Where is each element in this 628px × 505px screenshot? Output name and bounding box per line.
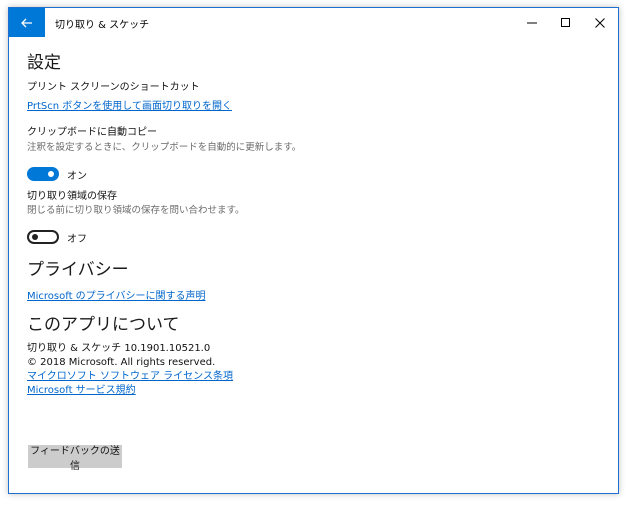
- save-snips-description: 閉じる前に切り取り領域の保存を問い合わせます。: [27, 205, 245, 216]
- auto-copy-toggle[interactable]: [27, 167, 59, 181]
- auto-copy-state: オン: [67, 170, 87, 182]
- close-icon: [595, 17, 605, 28]
- back-button[interactable]: [9, 8, 45, 37]
- arrow-left-icon: [21, 18, 32, 27]
- print-screen-link[interactable]: PrtScn ボタンを使用して画面切り取りを開く: [27, 100, 600, 114]
- privacy-link[interactable]: Microsoft のプライバシーに関する声明: [27, 290, 600, 304]
- save-snips-toggle-row: オフ: [27, 227, 600, 247]
- app-window: 切り取り & スケッチ 設定 プリント スクリーンのショートカット PrtScn…: [8, 7, 619, 494]
- license-link[interactable]: マイクロソフト ソフトウェア ライセンス条項: [27, 370, 600, 384]
- settings-heading: 設定: [27, 53, 61, 73]
- auto-copy-description: 注釈を設定するときに、クリップボードを自動的に更新します。: [27, 142, 302, 153]
- save-snips-state: オフ: [67, 233, 87, 245]
- minimize-icon: [527, 22, 537, 23]
- app-version: 切り取り & スケッチ 10.1901.10521.0: [27, 343, 211, 354]
- title-bar: 切り取り & スケッチ: [9, 8, 618, 37]
- send-feedback-button[interactable]: フィードバックの送信: [28, 445, 122, 472]
- privacy-heading: プライバシー: [27, 260, 129, 280]
- save-snips-label: 切り取り領域の保存: [27, 191, 117, 202]
- about-heading: このアプリについて: [27, 315, 180, 335]
- maximize-button[interactable]: [549, 8, 583, 37]
- toggle-knob: [48, 171, 54, 177]
- copyright: © 2018 Microsoft. All rights reserved.: [27, 357, 216, 368]
- settings-content: 設定 プリント スクリーンのショートカット PrtScn ボタンを使用して画面切…: [27, 52, 600, 398]
- toggle-knob: [32, 234, 38, 240]
- window-title: 切り取り & スケッチ: [55, 20, 150, 31]
- auto-copy-label: クリップボードに自動コピー: [27, 127, 157, 138]
- maximize-icon: [561, 17, 570, 27]
- terms-link[interactable]: Microsoft サービス規約: [27, 384, 600, 398]
- auto-copy-toggle-row: オン: [27, 164, 600, 184]
- save-snips-toggle[interactable]: [27, 230, 59, 244]
- print-screen-label: プリント スクリーンのショートカット: [27, 82, 200, 93]
- close-button[interactable]: [583, 8, 617, 37]
- minimize-button[interactable]: [515, 8, 549, 37]
